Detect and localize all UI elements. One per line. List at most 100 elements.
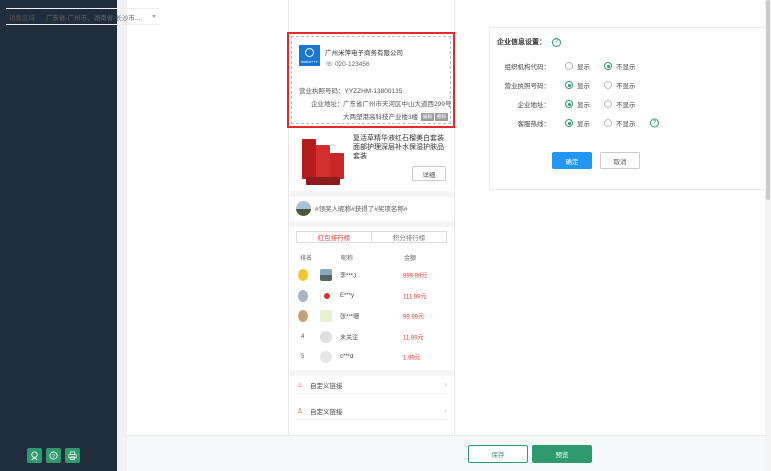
radio-show-label: 显示 [577, 102, 590, 109]
sale-area-label: 销售区域 [9, 14, 35, 22]
avatar [320, 269, 332, 281]
winner-avatar [296, 200, 311, 216]
radio-hide[interactable] [604, 81, 612, 89]
radio-show[interactable] [565, 62, 573, 70]
radio-hide[interactable] [604, 119, 612, 127]
radio-show-label: 显示 [577, 83, 590, 90]
rank-name: c***d [340, 354, 354, 360]
ranking-tabs: 红包排行榜 积分排行榜 [296, 231, 447, 243]
custom-link-row[interactable]: ♨ 自定义链接 › [296, 376, 447, 394]
company-card-dashed: mebo+++ 广州米萍电子商务有限公司 ☏ 020-123456 营业执照号码… [291, 36, 451, 124]
setting-row-license: 营业执照号码： 显示 不显示 [490, 79, 767, 91]
radio-show[interactable] [565, 100, 573, 108]
radio-hide[interactable] [604, 62, 612, 70]
winner-banner: #领奖人昵称#获得了#奖项名称# [296, 200, 407, 216]
header-nickname: 昵称 [341, 256, 354, 262]
scrollbar[interactable] [765, 0, 771, 471]
rank-name: 李***J [340, 273, 357, 280]
custom-link-label: 自定义链接 [310, 382, 343, 390]
panel-title: 企业信息设置： ? [497, 37, 561, 47]
radio-show[interactable] [565, 81, 573, 89]
avatar [320, 351, 332, 363]
table-row: 张***珊 99.99元 [298, 307, 443, 325]
chevron-right-icon: › [444, 406, 447, 415]
header-rank: 排名 [300, 256, 313, 262]
company-settings-panel: 企业信息设置： ? 组织机构代码： 显示 不显示 营业执照号码： 显示 不显示 … [489, 27, 766, 190]
header-amount: 金额 [404, 256, 417, 262]
company-address-label: 企业地址： [311, 101, 344, 108]
radio-show-label: 显示 [577, 64, 590, 71]
save-button[interactable]: 保存 [468, 445, 528, 463]
rank-name: 张***珊 [340, 314, 360, 321]
product-image [296, 135, 348, 185]
company-name: 广州米萍电子商务有限公司 [325, 50, 403, 57]
table-row: E***y 111.99元 [298, 287, 443, 305]
phone-icon: ☏ [325, 61, 335, 68]
confirm-button[interactable]: 确定 [552, 152, 592, 169]
custom-link-label: 自定义链接 [310, 408, 343, 416]
person-icon: ♙ [296, 407, 304, 415]
card-tags: 编辑 删除 [421, 113, 448, 121]
tab-red-packet-ranking[interactable]: 红包排行榜 [297, 232, 372, 242]
logo-text: mebo+++ [300, 59, 318, 64]
left-sidebar: ? [0, 0, 117, 471]
company-card[interactable]: mebo+++ 广州米萍电子商务有限公司 ☏ 020-123456 营业执照号码… [287, 32, 455, 128]
rank-number: 4 [301, 334, 305, 340]
setting-label: 营业执照号码： [504, 83, 551, 90]
canvas-gutter [117, 0, 127, 471]
rank-amount: 111.99元 [403, 294, 427, 301]
chevron-down-icon: ▾ [152, 14, 156, 20]
avatar [320, 290, 332, 302]
help-icon[interactable]: ? [650, 118, 659, 128]
rank-name: 未关注 [340, 335, 359, 342]
product-card[interactable]: 复活草精华液红石榴美白套装面部护理深层补水保湿护肤品套装 详细 [296, 131, 450, 189]
gold-medal-icon [298, 269, 308, 281]
delete-tag[interactable]: 删除 [435, 113, 448, 121]
table-row: 4 未关注 11.99元 [298, 328, 443, 346]
radio-show-label: 显示 [577, 121, 590, 128]
preview-button[interactable]: 预览 [532, 445, 592, 463]
rank-number: 5 [301, 354, 305, 360]
avatar [320, 331, 332, 343]
setting-label: 组织机构代码： [504, 64, 551, 71]
company-phone-number: 020-123456 [334, 61, 370, 68]
custom-link-row[interactable]: ♙ 自定义链接 › [296, 402, 447, 420]
svg-text:?: ? [52, 454, 55, 460]
help-icon[interactable]: ? [46, 448, 61, 463]
printer-icon[interactable] [65, 448, 80, 463]
product-title: 复活草精华液红石榴美白套装面部护理深层补水保湿护肤品套装 [353, 135, 444, 160]
panel-title-text: 企业信息设置： [497, 39, 546, 46]
section-divider [290, 191, 453, 197]
radio-hide-label: 不显示 [616, 83, 636, 90]
rank-amount: 999.99元 [403, 273, 428, 280]
setting-row-org-code: 组织机构代码： 显示 不显示 [490, 60, 767, 72]
radio-show[interactable] [565, 119, 573, 127]
tab-points-ranking[interactable]: 积分排行榜 [372, 232, 446, 242]
footer-bar: 保存 预览 [127, 435, 771, 471]
company-license: 营业执照号码：YYZZHM-13800135 [299, 88, 403, 95]
bronze-medal-icon [298, 310, 308, 322]
setting-row-hotline: 客服热线： 显示 不显示 ? [490, 117, 767, 129]
setting-label: 客服热线： [517, 121, 551, 128]
sidebar-icon-bar: ? [27, 448, 80, 463]
user-icon[interactable] [27, 448, 42, 463]
link-icon: ♨ [296, 381, 304, 389]
setting-row-address: 企业地址： 显示 不显示 [490, 98, 767, 110]
company-logo: mebo+++ [299, 45, 320, 66]
cancel-button[interactable]: 取消 [600, 152, 640, 169]
sale-area-row[interactable]: 销售区域 广东省-广州市、湖南省-长沙市... ▾ [6, 8, 160, 25]
detail-button[interactable]: 详细 [412, 166, 446, 181]
logo-mark-icon [305, 48, 314, 57]
rank-amount: 99.99元 [403, 314, 425, 321]
company-phone: ☏ 020-123456 [325, 60, 370, 68]
help-icon[interactable]: ? [552, 37, 561, 47]
edit-tag[interactable]: 编辑 [421, 113, 434, 121]
avatar [320, 310, 332, 322]
setting-label: 企业地址： [517, 102, 551, 109]
table-row: 5 c***d 1.99元 [298, 348, 443, 366]
rank-name: E***y [340, 293, 355, 299]
silver-medal-icon [298, 290, 308, 302]
radio-hide[interactable] [604, 100, 612, 108]
scrollbar-thumb[interactable] [766, 0, 770, 200]
rank-amount: 11.99元 [403, 335, 424, 342]
